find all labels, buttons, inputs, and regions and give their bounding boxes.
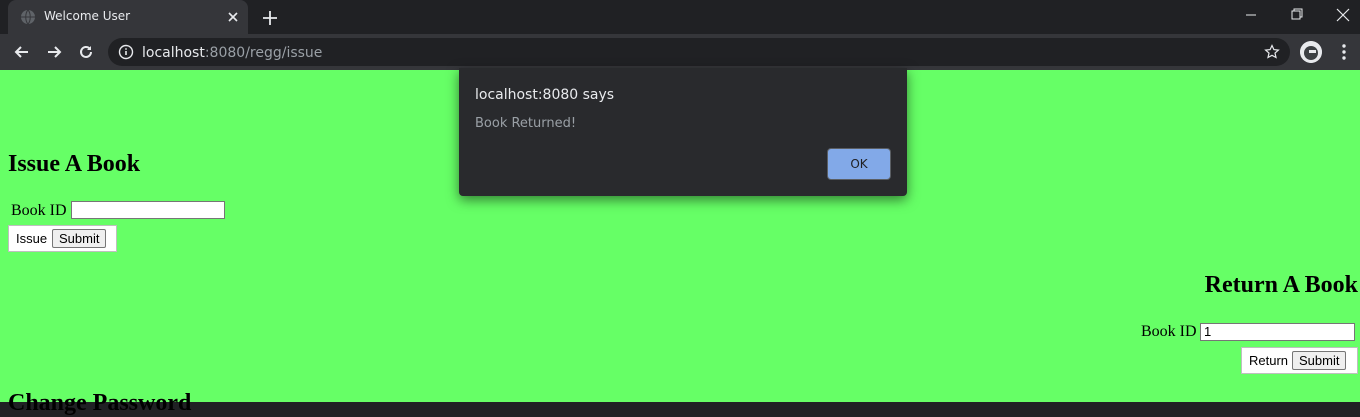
restore-icon[interactable] (1274, 0, 1320, 32)
return-legend: Return (1249, 353, 1289, 368)
issue-heading: Issue A Book (8, 151, 141, 177)
window-close-icon[interactable] (1320, 0, 1360, 32)
ok-button[interactable]: OK (827, 148, 891, 180)
plus-icon[interactable] (260, 8, 280, 28)
return-submit-button[interactable]: Submit (1292, 351, 1347, 370)
arrow-right-icon[interactable] (44, 42, 64, 62)
alert-message: Book Returned! (475, 116, 577, 131)
browser-tab[interactable]: Welcome User (8, 0, 248, 34)
globe-icon (21, 9, 35, 25)
issue-book-id-input[interactable] (71, 201, 225, 219)
star-icon[interactable] (1264, 44, 1280, 60)
kebab-menu-icon[interactable] (1334, 42, 1354, 62)
issue-book-id-label: Book ID (11, 202, 67, 219)
address-bar[interactable]: localhost:8080/regg/issue (108, 38, 1290, 66)
close-icon[interactable] (225, 9, 241, 25)
avatar[interactable] (1300, 41, 1322, 63)
issue-legend: Issue (16, 231, 48, 246)
arrow-left-icon[interactable] (12, 42, 32, 62)
return-book-id-label: Book ID (1141, 323, 1197, 340)
url-text[interactable]: localhost:8080/regg/issue (142, 45, 322, 61)
browser-toolbar: localhost:8080/regg/issue (0, 34, 1360, 70)
return-form: Return Submit (1241, 347, 1358, 374)
issue-submit-button[interactable]: Submit (52, 229, 107, 248)
issue-form: Issue Submit (8, 225, 117, 252)
return-book-id-input[interactable]: 1 (1200, 323, 1355, 341)
profile-icon (1300, 41, 1322, 63)
tab-title: Welcome User (44, 9, 131, 23)
info-icon[interactable] (118, 44, 134, 60)
alert-dialog: localhost:8080 says Book Returned! OK (459, 68, 907, 196)
tab-strip: Welcome User (0, 0, 1360, 34)
alert-title: localhost:8080 says (475, 87, 615, 103)
minimize-icon[interactable] (1228, 0, 1274, 32)
change-password-heading: Change Password (8, 390, 192, 416)
reload-icon[interactable] (76, 42, 96, 62)
return-heading: Return A Book (1204, 272, 1358, 298)
